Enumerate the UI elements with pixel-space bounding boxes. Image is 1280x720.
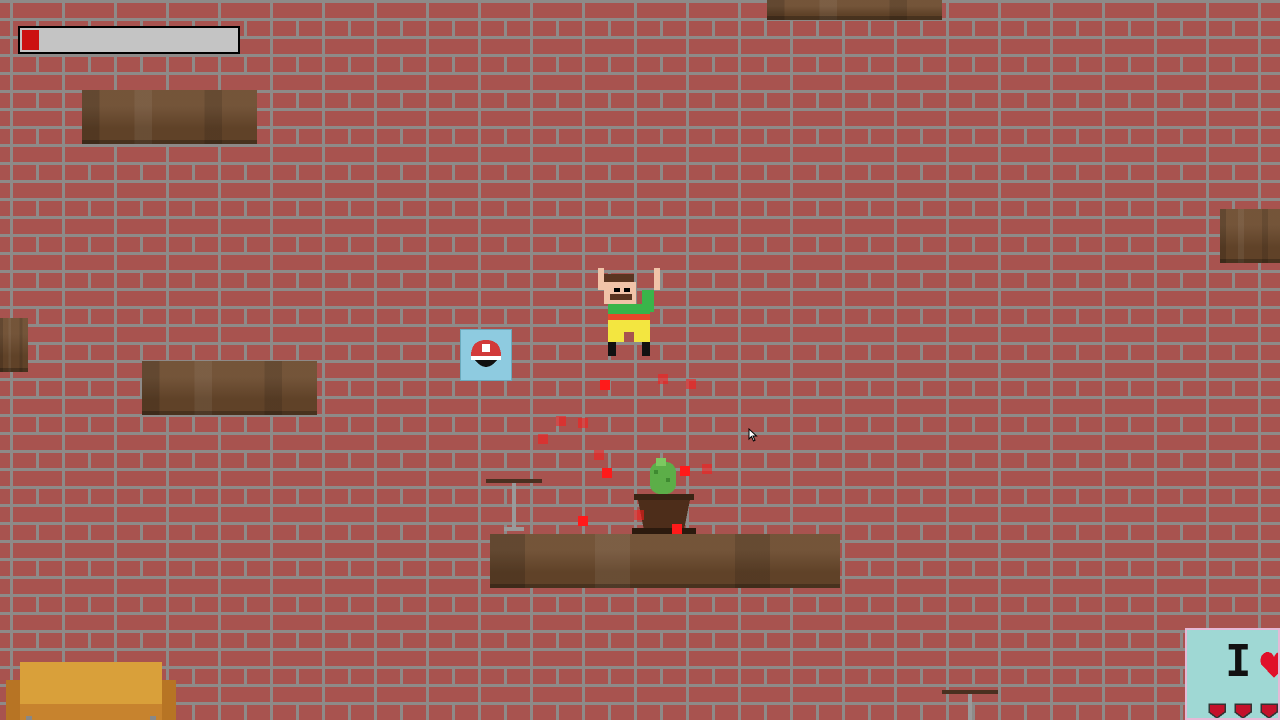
particle (634, 510, 644, 520)
particle (578, 418, 588, 428)
shelf-platform-top-center (767, 0, 942, 20)
particle (556, 416, 566, 426)
health-bar (18, 26, 240, 54)
shelf-platform-center (490, 534, 840, 588)
player-character (598, 268, 660, 356)
i-love-poster: I (1185, 628, 1280, 720)
particle (578, 516, 588, 526)
poster-text: I (1225, 636, 1252, 687)
mouse-cursor-icon (748, 428, 758, 442)
particle (602, 468, 612, 478)
particle (538, 434, 548, 444)
particle (600, 380, 610, 390)
particle (658, 374, 668, 384)
particle (702, 464, 712, 474)
side-table (486, 479, 542, 531)
particle (680, 466, 690, 476)
mushroom-icon (471, 340, 501, 367)
particle (686, 379, 696, 389)
sofa (6, 662, 176, 720)
shelf-platform-middle-left (142, 361, 317, 415)
particle (594, 450, 604, 460)
particle (672, 524, 682, 534)
shelf-platform-left-edge (0, 318, 28, 372)
poster-heart-row (1208, 703, 1278, 718)
shelf-platform-right-edge (1220, 209, 1280, 263)
powerup-tile (460, 329, 512, 381)
shelf-platform-upper-left (82, 90, 257, 144)
side-table-bottom (942, 690, 998, 720)
health-bar-fill (22, 30, 40, 50)
heart-icon (1260, 652, 1278, 678)
